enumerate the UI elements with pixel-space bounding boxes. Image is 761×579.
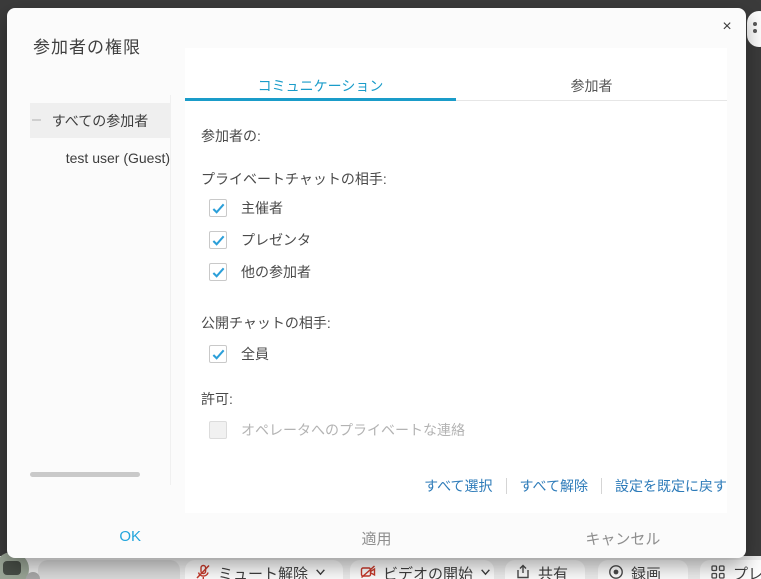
- unmute-label: ミュート解除: [218, 563, 308, 579]
- toolbar-left-button[interactable]: [38, 560, 180, 579]
- camera-off-icon: [360, 564, 376, 579]
- reset-defaults-link[interactable]: 設定を既定に戻す: [615, 476, 727, 496]
- checkbox-checked-icon[interactable]: [209, 231, 227, 249]
- checkbox-row-everyone[interactable]: 全員: [209, 344, 269, 364]
- checkbox-checked-icon[interactable]: [209, 345, 227, 363]
- dialog-footer: OK 適用 キャンセル: [7, 522, 746, 552]
- checkbox-unchecked-icon: [209, 421, 227, 439]
- checkbox-checked-icon[interactable]: [209, 199, 227, 217]
- record-button[interactable]: 録画: [598, 560, 688, 579]
- sidebar-item-label: すべての参加者: [52, 111, 148, 131]
- checkbox-checked-icon[interactable]: [209, 263, 227, 281]
- grid-icon: [710, 564, 726, 579]
- ok-button[interactable]: OK: [7, 522, 253, 552]
- privileges-content: コミュニケーション 参加者 参加者の: プライベートチャットの相手: 主催者 プ…: [185, 48, 727, 513]
- select-all-link[interactable]: すべて選択: [424, 476, 492, 496]
- participant-privileges-dialog: 参加者の権限 × すべての参加者 test user (Guest) コミュニケ…: [7, 8, 746, 558]
- checkbox-label: プレゼンタ: [241, 230, 311, 250]
- floating-panel-handle[interactable]: [747, 11, 761, 47]
- checkbox-row-presenter[interactable]: プレゼンタ: [209, 230, 311, 250]
- avatar-badge: [26, 572, 40, 579]
- record-label: 録画: [631, 563, 661, 579]
- record-icon: [608, 564, 624, 579]
- tree-dash: [32, 119, 41, 121]
- allow-label: 許可:: [201, 389, 233, 409]
- apply-button[interactable]: 適用: [253, 522, 499, 552]
- participant-of-label: 参加者の:: [201, 126, 261, 146]
- drag-dots-icon: [753, 22, 757, 26]
- close-icon[interactable]: ×: [716, 16, 738, 38]
- sidebar-item-label: test user (Guest): [66, 150, 170, 166]
- cancel-button[interactable]: キャンセル: [500, 522, 746, 552]
- checkbox-label: 他の参加者: [241, 262, 311, 282]
- sidebar-item-all-participants[interactable]: すべての参加者: [30, 103, 170, 138]
- tab-communication[interactable]: コミュニケーション: [185, 70, 456, 101]
- mic-off-icon: [195, 564, 211, 579]
- checkbox-row-operator-contact: オペレータへのプライベートな連絡: [209, 420, 465, 440]
- screen: ミュート解除 ビデオの開始 共有: [0, 0, 761, 579]
- share-button[interactable]: 共有: [505, 560, 585, 579]
- tab-bar: コミュニケーション 参加者: [185, 70, 727, 101]
- divider: [506, 478, 507, 494]
- private-chat-label: プライベートチャットの相手:: [201, 169, 387, 189]
- sidebar-horizontal-scrollbar[interactable]: [30, 472, 140, 477]
- participant-list: すべての参加者 test user (Guest): [30, 95, 171, 485]
- start-video-label: ビデオの開始: [383, 563, 473, 579]
- meeting-toolbar: ミュート解除 ビデオの開始 共有: [0, 556, 761, 579]
- dialog-title: 参加者の権限: [33, 33, 141, 58]
- share-icon: [515, 564, 531, 579]
- checkbox-label: 主催者: [241, 198, 283, 218]
- avatar-figure: [3, 561, 21, 575]
- sidebar-item-test-user[interactable]: test user (Guest): [30, 143, 170, 173]
- unmute-button[interactable]: ミュート解除: [185, 560, 343, 579]
- checkbox-row-other-participants[interactable]: 他の参加者: [209, 262, 311, 282]
- chevron-down-icon[interactable]: [480, 564, 491, 579]
- start-video-button[interactable]: ビデオの開始: [350, 560, 494, 579]
- layout-button[interactable]: プレ: [700, 560, 761, 579]
- checkbox-label: オペレータへのプライベートな連絡: [241, 420, 465, 440]
- bulk-action-links: すべて選択 すべて解除 設定を既定に戻す: [424, 476, 727, 496]
- chevron-down-icon[interactable]: [315, 564, 326, 579]
- public-chat-label: 公開チャットの相手:: [201, 313, 331, 333]
- checkbox-label: 全員: [241, 344, 269, 364]
- checkbox-row-host[interactable]: 主催者: [209, 198, 283, 218]
- layout-label: プレ: [733, 563, 761, 579]
- tab-participants[interactable]: 参加者: [456, 70, 727, 101]
- share-label: 共有: [538, 563, 568, 579]
- clear-all-link[interactable]: すべて解除: [520, 476, 588, 496]
- divider: [601, 478, 602, 494]
